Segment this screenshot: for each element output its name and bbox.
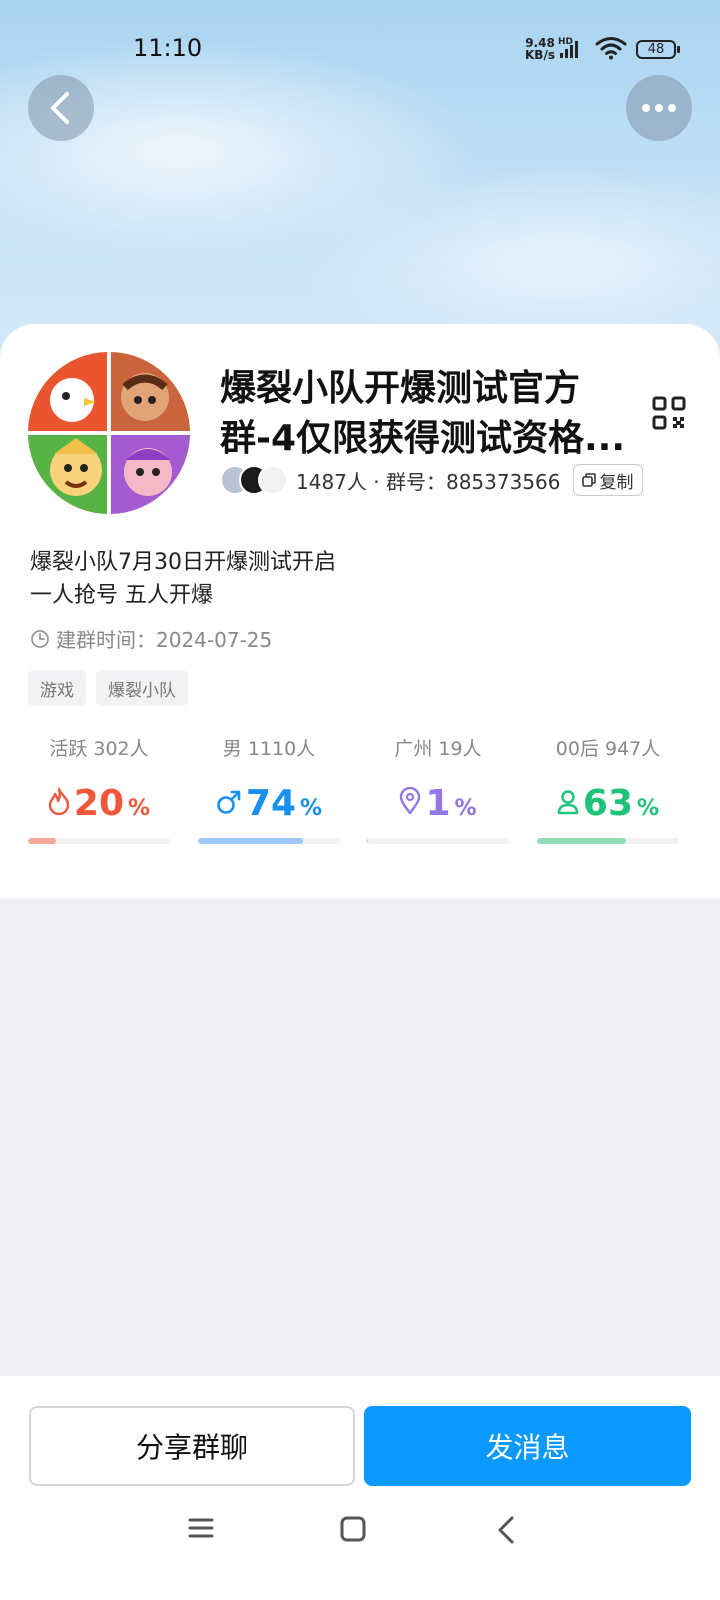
tag[interactable]: 游戏 <box>28 670 86 706</box>
status-time: 11:10 <box>133 34 203 62</box>
stat-label: 广州 19人 <box>394 738 482 760</box>
home-square-icon[interactable] <box>340 1516 366 1542</box>
share-group-button[interactable]: 分享群聊 <box>29 1406 355 1486</box>
stat-unit: % <box>300 796 323 821</box>
stat-active: 活跃 302人 20% <box>28 734 170 844</box>
location-pin-icon <box>400 787 421 815</box>
chevron-left-icon <box>51 92 69 124</box>
stat-label: 男 1110人 <box>222 738 316 760</box>
intro-line: 一人抢号 五人开爆 <box>30 583 213 608</box>
battery-level: 48 <box>647 42 665 57</box>
copy-icon <box>581 473 596 487</box>
intro-line: 爆裂小队7月30日开爆测试开启 <box>30 550 336 575</box>
stat-progress-track <box>28 838 170 844</box>
back-triangle-icon[interactable] <box>496 1516 516 1544</box>
stat-value: 74% <box>198 783 340 824</box>
member-avatars <box>220 464 292 496</box>
stat-age: 00后 947人 63% <box>537 734 679 844</box>
stat-value: 20% <box>28 783 170 824</box>
tag[interactable]: 爆裂小队 <box>96 670 188 706</box>
group-name: 爆裂小队开爆测试官方群-4仅限获得测试资格... <box>220 368 626 459</box>
flame-icon <box>48 787 70 815</box>
stat-unit: % <box>637 796 660 821</box>
more-dots-icon <box>642 104 676 112</box>
stat-progress-track <box>537 838 679 844</box>
stat-unit: % <box>454 796 477 821</box>
more-button[interactable] <box>626 75 692 141</box>
network-speed-unit: KB/s <box>525 48 555 62</box>
signal-icon <box>560 41 578 58</box>
created-time: 建群时间：2024-07-25 <box>30 624 272 653</box>
status-bar: 11:10 9.48 KB/s HD 48 <box>0 0 720 100</box>
stat-value: 1% <box>367 783 509 824</box>
male-icon <box>217 790 241 814</box>
created-time-text: 建群时间：2024-07-25 <box>56 628 273 652</box>
back-button[interactable] <box>28 75 94 141</box>
stat-progress-track <box>198 838 340 844</box>
person-icon <box>557 790 579 815</box>
stat-progress-fill <box>198 838 304 844</box>
group-info-card: 爆裂小队开爆测试官方群-4仅限获得测试资格... 1487人 · 群号：8853… <box>0 324 720 898</box>
stat-value: 63% <box>537 783 679 824</box>
menu-icon[interactable] <box>188 1516 214 1540</box>
group-avatar-image <box>28 352 190 514</box>
stat-label: 活跃 302人 <box>49 738 149 760</box>
group-tags: 游戏 爆裂小队 <box>28 670 188 706</box>
send-message-button[interactable]: 发消息 <box>364 1406 691 1486</box>
clock-icon <box>31 629 49 648</box>
stat-progress-track <box>367 838 509 844</box>
stat-location: 广州 19人 1% <box>367 734 509 844</box>
stat-progress-fill <box>28 838 57 844</box>
stat-progress-fill <box>367 838 369 844</box>
stat-number: 74 <box>245 783 297 824</box>
stat-number: 20 <box>73 783 125 824</box>
group-avatar[interactable] <box>28 352 190 514</box>
group-meta-row: 1487人 · 群号：885373566 复制 <box>220 462 643 498</box>
stat-number: 1 <box>425 783 451 824</box>
wifi-icon <box>595 37 627 60</box>
copy-button[interactable]: 复制 <box>572 464 643 496</box>
stat-gender: 男 1110人 74% <box>198 734 340 844</box>
battery-icon: 48 <box>636 40 680 59</box>
bottom-action-bar: 分享群聊 发消息 <box>0 1376 720 1600</box>
stat-progress-fill <box>537 838 627 844</box>
group-intro: 爆裂小队7月30日开爆测试开启 一人抢号 五人开爆 <box>30 546 336 612</box>
member-count-and-group-id: 1487人 · 群号：885373566 <box>296 469 561 494</box>
stat-unit: % <box>128 796 151 821</box>
member-avatar <box>258 465 288 495</box>
stat-number: 63 <box>582 783 634 824</box>
stat-label: 00后 947人 <box>555 738 661 760</box>
network-speed: 9.48 KB/s <box>521 37 559 61</box>
copy-label: 复制 <box>599 472 634 493</box>
qr-code-icon[interactable] <box>652 396 686 430</box>
